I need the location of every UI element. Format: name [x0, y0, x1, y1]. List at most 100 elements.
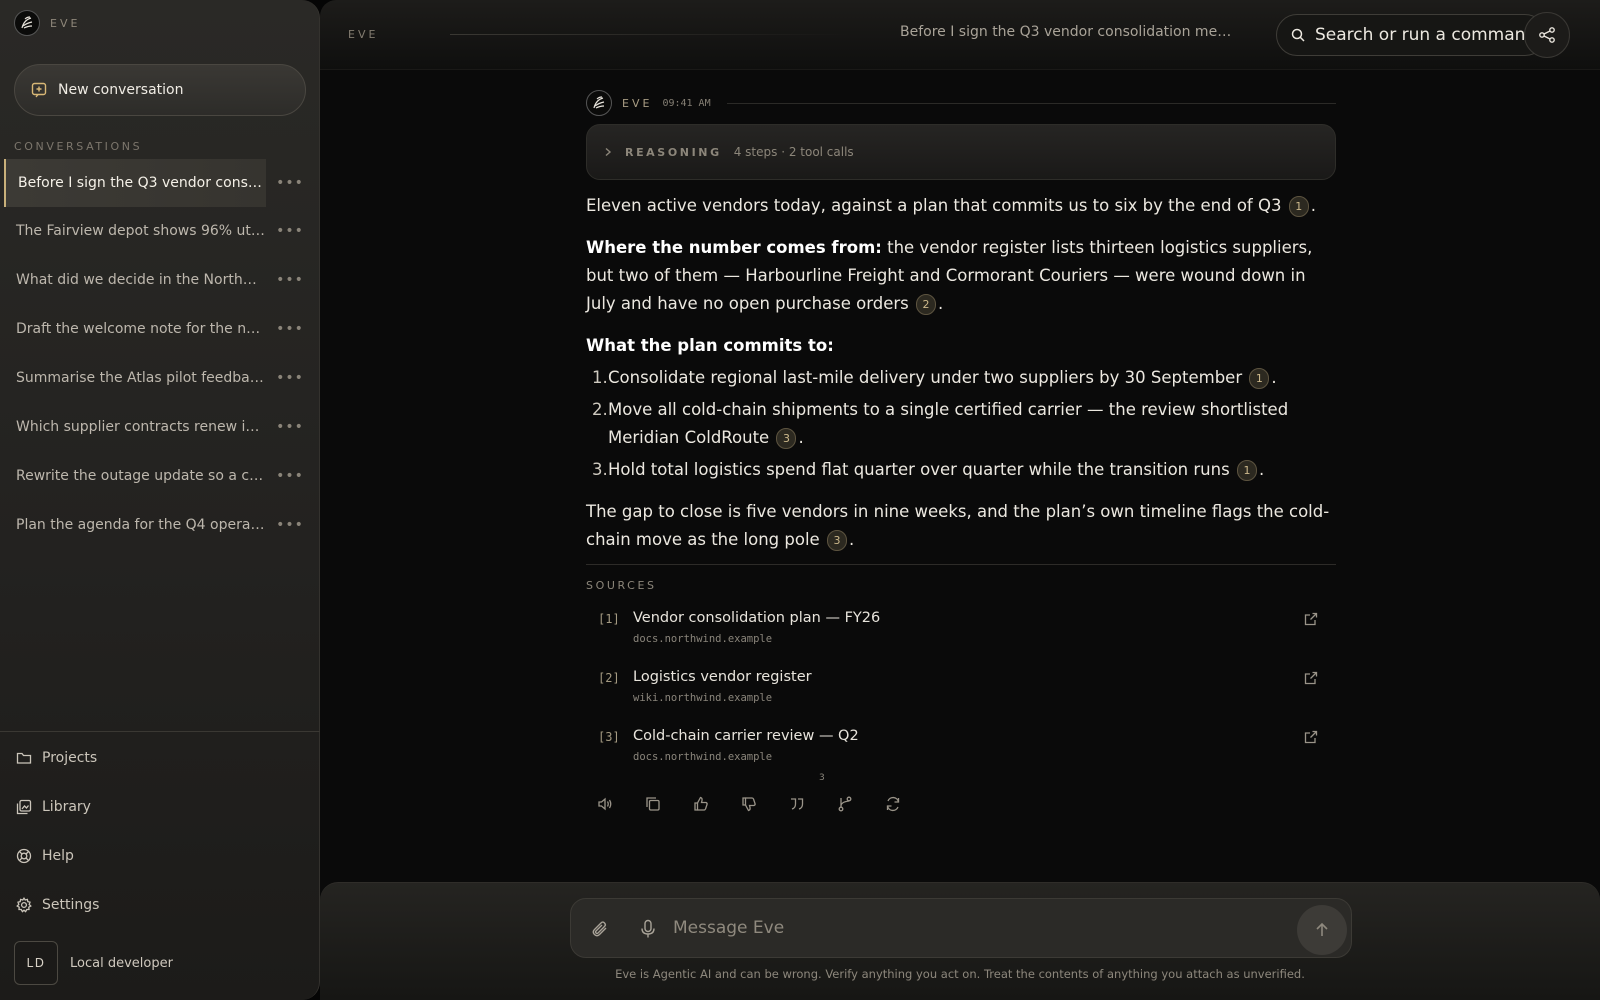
message-composer[interactable]: Message Eve	[570, 898, 1352, 958]
source-number: [1]	[598, 612, 620, 626]
citation-badge[interactable]: 3	[826, 530, 847, 551]
command-search[interactable]: Search or run a command	[1276, 14, 1546, 56]
conversation-title: Rewrite the outage update so a customer …	[16, 468, 266, 484]
citation-badge[interactable]: 1	[1249, 368, 1270, 389]
conversation-title: Summarise the Atlas pilot feedback ...	[16, 370, 266, 386]
source-item[interactable]: [2] Logistics vendor register wiki.north…	[586, 665, 1336, 724]
lifebuoy-icon	[16, 848, 32, 864]
conversation-title: Draft the welcome note for the new ...	[16, 321, 266, 337]
thumbs-up-icon	[693, 796, 709, 812]
paragraph-heading: Where the number comes from:	[586, 238, 882, 257]
more-options-icon[interactable]: •••	[276, 466, 303, 486]
copy-icon	[645, 796, 661, 812]
citation-badge[interactable]: 3	[776, 428, 797, 449]
source-title: Cold-chain carrier review — Q2	[633, 728, 859, 744]
brand[interactable]: EVE	[14, 10, 80, 36]
send-button[interactable]	[1297, 905, 1347, 955]
source-domain: wiki.northwind.example	[633, 692, 773, 704]
conversation-item[interactable]: Before I sign the Q3 vendor consolidatio…	[4, 159, 316, 207]
top-bar-label: EVE	[348, 28, 379, 41]
sidebar: EVE New conversation CONVERSATIONS Befor…	[0, 0, 320, 1000]
search-placeholder: Search or run a command	[1315, 25, 1537, 45]
sidebar-item-settings[interactable]: Settings	[16, 897, 99, 913]
message-actions: 3	[586, 773, 1336, 815]
commitment-list: 1. Consolidate regional last-mile deliver…	[586, 364, 1336, 484]
eve-avatar-icon	[586, 90, 612, 116]
message-author: EVE	[622, 96, 653, 110]
citation-badge[interactable]: 1	[1288, 196, 1309, 217]
sidebar-divider	[0, 731, 320, 732]
list-text: Hold total logistics spend flat quarter …	[608, 460, 1230, 479]
new-chat-icon	[31, 82, 48, 99]
message-input[interactable]: Message Eve	[673, 918, 784, 938]
disclaimer: Eve is Agentic AI and can be wrong. Veri…	[615, 967, 1305, 981]
citation-badge[interactable]: 1	[1236, 460, 1257, 481]
microphone-icon[interactable]	[639, 919, 657, 939]
paragraph-heading: What the plan commits to:	[586, 336, 834, 355]
share-button[interactable]	[1524, 12, 1570, 58]
paperclip-icon[interactable]	[591, 920, 609, 938]
reasoning-toggle[interactable]: REASONING 4 steps · 2 tool calls	[586, 124, 1336, 180]
message-body: Eleven active vendors today, against a p…	[586, 192, 1336, 554]
read-aloud-button[interactable]	[594, 793, 616, 815]
speaker-icon	[597, 796, 613, 812]
conversation-item[interactable]: Rewrite the outage update so a customer …	[4, 452, 316, 500]
quote-count: 3	[819, 773, 825, 783]
source-title: Vendor consolidation plan — FY26	[633, 610, 881, 626]
composer-area: Message Eve Eve is Agentic AI and can be…	[320, 882, 1600, 1000]
list-number: 3.	[592, 460, 608, 479]
regenerate-button[interactable]	[882, 793, 904, 815]
more-options-icon[interactable]: •••	[276, 319, 303, 339]
sidebar-item-help[interactable]: Help	[16, 848, 74, 864]
conversation-title: The Fairview depot shows 96% utilisation…	[16, 223, 266, 239]
conversation-item[interactable]: The Fairview depot shows 96% utilisation…	[4, 207, 316, 255]
copy-button[interactable]	[642, 793, 664, 815]
source-item[interactable]: [3] Cold-chain carrier review — Q2 docs.…	[586, 724, 1336, 783]
branch-button[interactable]	[834, 793, 856, 815]
sidebar-item-projects[interactable]: Projects	[16, 750, 97, 766]
more-options-icon[interactable]: •••	[276, 173, 303, 193]
arrow-up-icon	[1314, 922, 1330, 938]
thumbs-down-button[interactable]	[738, 793, 760, 815]
share-icon	[1538, 26, 1556, 44]
sources-heading: SOURCES	[586, 579, 657, 592]
sidebar-item-label: Projects	[42, 750, 98, 766]
more-options-icon[interactable]: •••	[276, 221, 303, 241]
more-options-icon[interactable]: •••	[276, 515, 303, 535]
conversation-item[interactable]: Summarise the Atlas pilot feedback ... ••…	[4, 354, 316, 402]
conversation-item[interactable]: Plan the agenda for the Q4 operations ..…	[4, 501, 316, 549]
conversation-title: What did we decide in the Northwind ...	[16, 272, 266, 288]
external-link-icon[interactable]	[1304, 671, 1318, 685]
conversation-item[interactable]: Which supplier contracts renew in ... •••	[4, 403, 316, 451]
brand-name: EVE	[50, 16, 81, 30]
more-options-icon[interactable]: •••	[276, 417, 303, 437]
avatar: LD	[14, 941, 58, 985]
paragraph: The gap to close is five vendors in nine…	[586, 502, 1330, 551]
main-panel: EVE Before I sign the Q3 vendor consolid…	[320, 0, 1600, 1000]
source-number: [3]	[598, 730, 620, 744]
library-icon	[16, 799, 32, 815]
more-options-icon[interactable]: •••	[276, 270, 303, 290]
conversations-heading: CONVERSATIONS	[14, 140, 143, 153]
source-item[interactable]: [1] Vendor consolidation plan — FY26 doc…	[586, 606, 1336, 665]
user-name: Local developer	[70, 955, 173, 971]
message-header: EVE 09:41 AM	[586, 90, 1336, 116]
new-conversation-button[interactable]: New conversation	[14, 64, 306, 116]
conversation-item[interactable]: What did we decide in the Northwind ... •…	[4, 256, 316, 304]
conversation-title-breadcrumb[interactable]: Before I sign the Q3 vendor consolidatio…	[900, 24, 1240, 40]
citation-badge[interactable]: 2	[915, 294, 936, 315]
user-profile[interactable]: LD Local developer	[14, 941, 173, 985]
sidebar-item-label: Help	[42, 848, 74, 864]
external-link-icon[interactable]	[1304, 730, 1318, 744]
source-title: Logistics vendor register	[633, 669, 812, 685]
more-options-icon[interactable]: •••	[276, 368, 303, 388]
external-link-icon[interactable]	[1304, 612, 1318, 626]
branch-icon	[837, 796, 853, 812]
conversation-title: Plan the agenda for the Q4 operations ..…	[16, 517, 266, 533]
quote-button[interactable]	[786, 793, 808, 815]
source-domain: docs.northwind.example	[633, 633, 773, 645]
sidebar-item-library[interactable]: Library	[16, 799, 91, 815]
conversation-item[interactable]: Draft the welcome note for the new ... ••…	[4, 305, 316, 353]
reasoning-label: REASONING	[625, 145, 722, 159]
thumbs-up-button[interactable]	[690, 793, 712, 815]
